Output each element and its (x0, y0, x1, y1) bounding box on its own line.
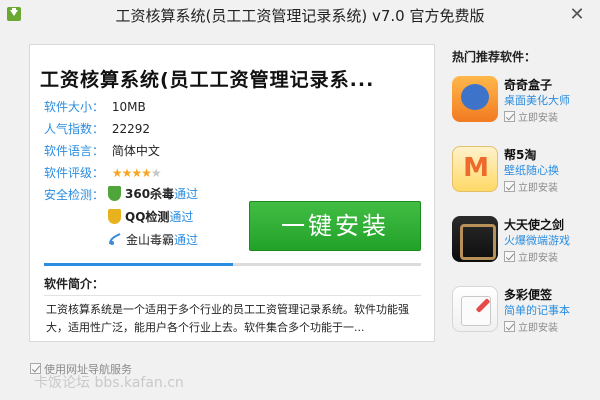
datianshi-game-icon[interactable] (452, 216, 498, 262)
recommend-item-duocai-note[interactable]: 多彩便签 简单的记事本 立即安装 (452, 286, 592, 344)
sticky-note-icon[interactable] (452, 286, 498, 332)
install-progress-fill (44, 263, 233, 266)
shield-360-icon (108, 186, 121, 201)
installer-window: 工资核算系统(员工工资管理记录系统) v7.0 官方免费版 ✕ 工资核算系统(员… (0, 0, 600, 400)
install-progress-bar (44, 263, 421, 266)
recommend-install-label: 立即安装 (518, 183, 558, 194)
info-value: 22292 (111, 122, 151, 136)
recommend-install-checkbox[interactable] (504, 321, 515, 332)
qiqi-box-icon[interactable] (452, 76, 498, 122)
info-row-rating: 软件评级： ★★★★★ (44, 165, 162, 181)
title-bar: 工资核算系统(员工工资管理记录系统) v7.0 官方免费版 ✕ (0, 0, 600, 30)
info-value: 简体中文 (111, 144, 160, 158)
shield-jinshan-icon (109, 233, 121, 245)
security-check-qq: QQ检测通过 (108, 208, 193, 226)
security-label: 安全检测： (44, 188, 105, 202)
recommend-item-bang5tao[interactable]: 帮5淘 壁纸随心换 立即安装 (452, 146, 592, 204)
recommend-install-option[interactable]: 立即安装 (504, 319, 558, 334)
software-title: 工资核算系统(员工工资管理记录系... (40, 69, 375, 91)
recommend-install-label: 立即安装 (518, 253, 558, 264)
recommend-desc: 火爆微端游戏 (504, 234, 570, 247)
one-click-install-button[interactable]: 一键安装 (249, 201, 421, 251)
info-label: 软件大小： (44, 100, 105, 114)
recommend-name[interactable]: 帮5淘 (504, 146, 536, 163)
star-full-icon: ★★★★ (111, 166, 152, 180)
software-detail-panel: 工资核算系统(员工工资管理记录系... 软件大小： 10MB 人气指数： 222… (29, 44, 435, 342)
recommend-name[interactable]: 多彩便签 (504, 286, 552, 303)
recommend-desc: 壁纸随心换 (504, 164, 559, 177)
recommend-item-datianshi[interactable]: 大天使之剑 火爆微端游戏 立即安装 (452, 216, 592, 274)
security-vendor: 360杀毒 (125, 187, 175, 201)
recommend-heading: 热门推荐软件： (452, 50, 537, 64)
security-vendor: QQ检测 (125, 210, 170, 224)
intro-text: 工资核算系统是一个适用于多个行业的员工工资管理记录系统。软件功能强大，适用性广泛… (46, 303, 409, 334)
info-row-popularity: 人气指数： 22292 (44, 121, 150, 137)
recommend-desc: 简单的记事本 (504, 304, 570, 317)
recommend-desc: 桌面美化大师 (504, 94, 570, 107)
shield-qq-icon (108, 209, 121, 224)
recommend-install-label: 立即安装 (518, 113, 558, 124)
info-row-size: 软件大小： 10MB (44, 99, 146, 115)
info-row-language: 软件语言： 简体中文 (44, 143, 160, 159)
window-title: 工资核算系统(员工工资管理记录系统) v7.0 官方免费版 (115, 7, 485, 25)
recommend-install-option[interactable]: 立即安装 (504, 249, 558, 264)
close-button[interactable]: ✕ (568, 6, 586, 24)
intro-heading: 软件简介： (44, 277, 105, 291)
info-label: 软件语言： (44, 144, 105, 158)
recommend-name[interactable]: 奇奇盒子 (504, 76, 552, 93)
intro-divider (44, 295, 421, 296)
security-vendor: 金山毒霸 (126, 233, 175, 247)
recommend-item-qiqi[interactable]: 奇奇盒子 桌面美化大师 立即安装 (452, 76, 592, 134)
forum-watermark: 卡饭论坛 bbs.kafan.cn (34, 375, 184, 391)
info-label: 软件评级： (44, 166, 105, 180)
recommend-install-checkbox[interactable] (504, 181, 515, 192)
recommend-install-label: 立即安装 (518, 323, 558, 334)
star-empty-icon: ★ (150, 166, 162, 180)
recommend-install-option[interactable]: 立即安装 (504, 179, 558, 194)
security-pass-link[interactable]: 通过 (174, 233, 198, 247)
recommend-install-checkbox[interactable] (504, 251, 515, 262)
security-check-jinshan: 金山毒霸通过 (108, 231, 198, 249)
recommend-name[interactable]: 大天使之剑 (504, 216, 564, 233)
security-label-row: 安全检测： (44, 187, 108, 203)
security-pass-link[interactable]: 通过 (169, 210, 193, 224)
info-label: 人气指数： (44, 122, 105, 136)
rating-stars: ★★★★★ (111, 166, 162, 180)
info-value: 10MB (111, 100, 146, 114)
recommend-install-option[interactable]: 立即安装 (504, 109, 558, 124)
security-check-360: 360杀毒通过 (108, 185, 198, 203)
recommend-install-checkbox[interactable] (504, 111, 515, 122)
security-pass-link[interactable]: 通过 (174, 187, 198, 201)
bang5tao-icon[interactable] (452, 146, 498, 192)
